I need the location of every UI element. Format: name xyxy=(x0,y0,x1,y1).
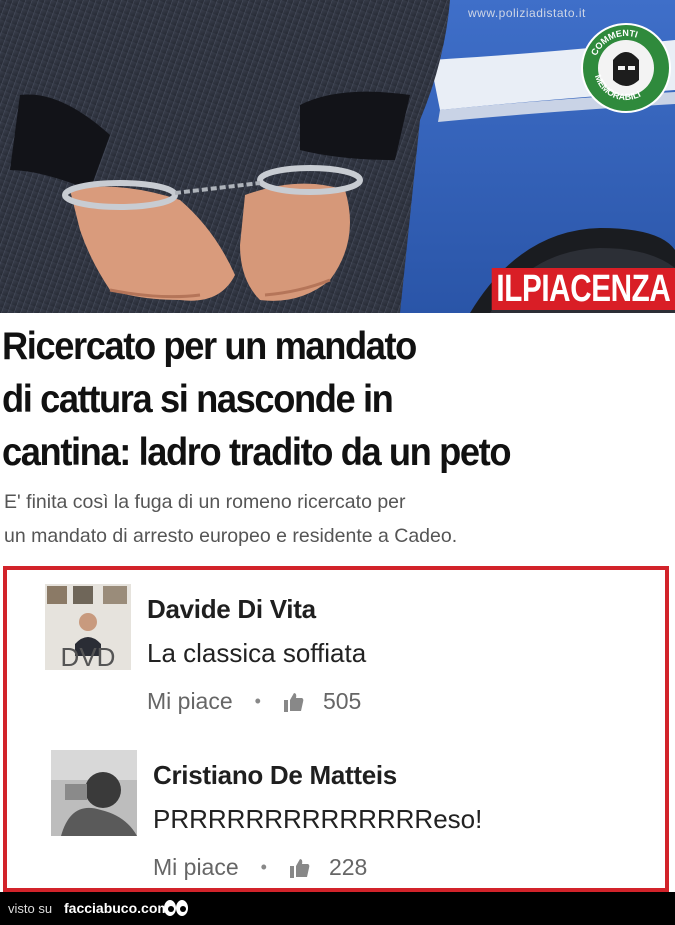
comment-author[interactable]: Cristiano De Matteis xyxy=(153,760,397,791)
separator-dot: • xyxy=(260,857,267,877)
avatar-letters: DVD xyxy=(61,642,116,670)
comment-meta: Mi piace • 505 xyxy=(147,688,361,715)
avatar-image: DVD xyxy=(45,584,131,670)
commenti-memorabili-badge-icon: COMMENTI MEMORABILI xyxy=(581,23,671,113)
separator-dot: • xyxy=(254,691,261,711)
avatar[interactable] xyxy=(51,750,137,836)
brand-logo: ILPIACENZA xyxy=(491,268,675,310)
thumbs-up-icon xyxy=(289,858,310,878)
comment-meta: Mi piace • 228 xyxy=(153,854,367,881)
article-subtitle: E' finita così la fuga di un romeno rice… xyxy=(4,485,664,553)
brand-prefix: IL xyxy=(496,268,522,310)
like-count: 228 xyxy=(328,854,368,880)
arrest-photo-illustration xyxy=(0,0,675,313)
comment-text: PRRRRRRRRRRRRRReso! xyxy=(153,804,483,834)
brand-name: PIACENZA xyxy=(521,268,671,310)
comment-text: La classica soffiata xyxy=(147,638,367,668)
avatar[interactable]: DVD xyxy=(45,584,131,670)
footer-bar: visto su facciabuco.com xyxy=(0,892,675,925)
article-headline: Ricercato per un mandato di cattura si n… xyxy=(2,320,625,479)
like-link[interactable]: Mi piace xyxy=(147,688,233,715)
footer-visto-su: visto su xyxy=(8,901,53,916)
avatar-image xyxy=(51,750,137,836)
headline-line: di cattura si nasconde in xyxy=(2,378,394,421)
article-photo: www.poliziadistato.it COMMENTI MEMORABIL… xyxy=(0,0,675,313)
subtitle-line: E' finita così la fuga di un romeno rice… xyxy=(4,491,406,513)
watermark-url: www.poliziadistato.it xyxy=(468,6,586,20)
comments-box: DVD Davide Di Vita La classica soffiata … xyxy=(3,566,669,892)
like-link[interactable]: Mi piace xyxy=(153,854,239,881)
headline-line: Ricercato per un mandato xyxy=(2,325,417,368)
comment-author[interactable]: Davide Di Vita xyxy=(147,594,316,625)
thumbs-up-icon xyxy=(283,692,304,712)
eyes-icon xyxy=(164,900,188,916)
headline-line: cantina: ladro tradito da un peto xyxy=(2,431,512,474)
footer-site-link[interactable]: facciabuco.com xyxy=(64,900,170,916)
like-count: 505 xyxy=(322,688,362,714)
subtitle-line: un mandato di arresto europeo e resident… xyxy=(4,525,458,547)
